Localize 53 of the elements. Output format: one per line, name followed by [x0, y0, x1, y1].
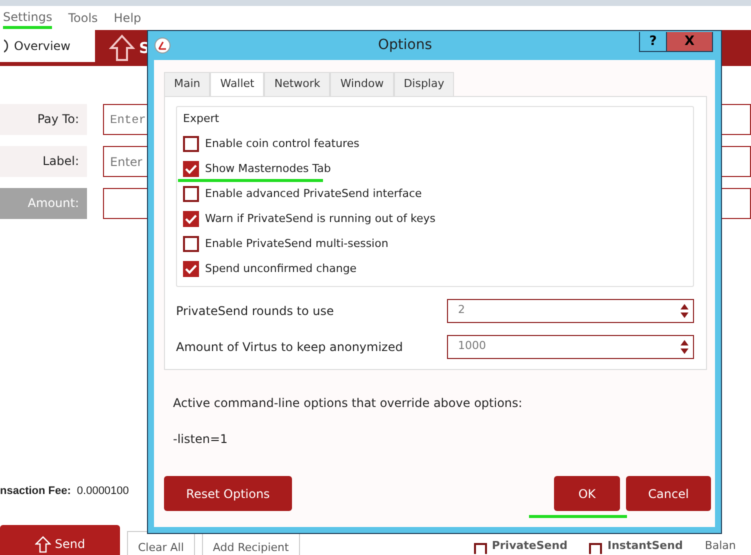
check-icon	[185, 164, 197, 174]
fee-label: nsaction Fee:	[0, 484, 71, 498]
spin-arrows-icon	[680, 302, 689, 318]
checkbox-label: Warn if PrivateSend is running out of keys	[205, 210, 436, 227]
ok-button[interactable]: OK	[554, 476, 620, 511]
logo-icon	[154, 37, 171, 54]
window-title: Options	[376, 36, 434, 55]
up-arrow-icon	[109, 34, 135, 62]
send-button[interactable]: Send	[0, 525, 120, 555]
checkbox-label: Spend unconfirmed change	[205, 260, 357, 277]
toolbar-tab[interactable]: Overview	[0, 30, 95, 62]
checkbox[interactable]	[474, 543, 487, 554]
field-label: Pay To:	[0, 104, 87, 135]
spin-box[interactable]: 1000	[447, 334, 694, 358]
balance-label: Balan	[704, 538, 736, 554]
spin-arrows-icon	[680, 338, 689, 354]
spinbox-label: PrivateSend rounds to use	[176, 302, 335, 320]
tab[interactable]: Main	[164, 72, 210, 96]
checkbox-label: Enable advanced PrivateSend interface	[205, 186, 422, 202]
cancel-button[interactable]: Cancel	[626, 476, 711, 511]
checkbox[interactable]	[183, 161, 199, 177]
tab[interactable]: Wallet	[210, 72, 264, 96]
field-label: Label:	[0, 146, 87, 177]
override-note: Active command-line options that override above options:	[172, 394, 524, 412]
tab[interactable]: Display	[394, 72, 454, 96]
checkbox[interactable]	[183, 261, 199, 277]
spinbox-label: Amount of Virtus to keep anonymized	[176, 338, 404, 356]
reset-button[interactable]: Reset Options	[164, 476, 292, 511]
checkbox-label: Show Masternodes Tab	[205, 160, 331, 177]
close-button[interactable]: X	[667, 32, 713, 52]
up-arrow-icon	[34, 536, 51, 553]
menu-item[interactable]: Tools	[68, 9, 98, 27]
check-icon	[185, 214, 197, 224]
action-button[interactable]: Clear All	[127, 531, 195, 555]
check-icon	[185, 264, 197, 274]
checkbox-label: PrivateSend	[492, 538, 568, 554]
spin-box[interactable]: 2	[447, 298, 694, 322]
override-value: -listen=1	[172, 430, 229, 448]
checkbox[interactable]	[183, 136, 199, 152]
checkbox-label: Enable coin control features	[205, 136, 360, 152]
checkbox-label: InstantSend	[607, 538, 683, 554]
group-title: Expert	[183, 111, 220, 127]
tab[interactable]: Network	[264, 72, 330, 96]
checkbox[interactable]	[183, 211, 199, 227]
menu-item[interactable]: Help	[114, 9, 142, 27]
field-label: Amount:	[0, 188, 87, 219]
tab[interactable]: Window	[330, 72, 394, 96]
checkbox[interactable]	[183, 236, 199, 252]
fee-value: 0.0000100	[76, 484, 129, 498]
checkbox-label: Enable PrivateSend multi-session	[205, 236, 388, 252]
checkbox[interactable]	[183, 186, 199, 202]
help-button[interactable]: ?	[639, 32, 667, 52]
checkbox[interactable]	[589, 543, 602, 554]
